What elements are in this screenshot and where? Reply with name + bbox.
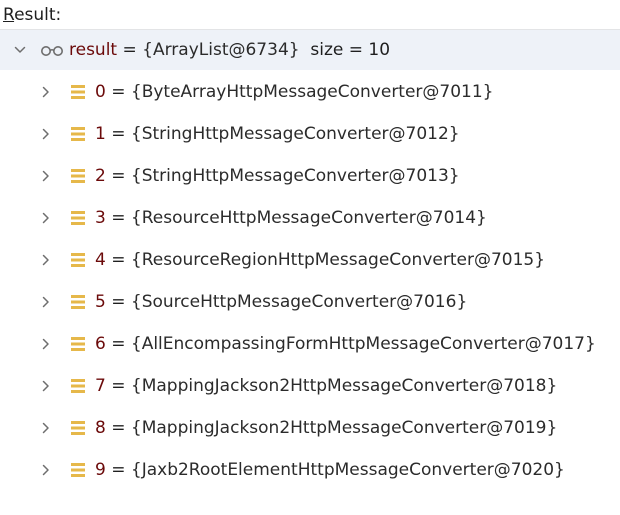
list-field-icon [70, 462, 86, 478]
equals-sign: = [122, 40, 137, 60]
item-value: {MappingJackson2HttpMessageConverter@701… [130, 418, 558, 438]
result-label: Result: [3, 3, 61, 27]
list-field-icon [70, 378, 86, 394]
list-field-icon [70, 252, 86, 268]
chevron-right-icon[interactable] [40, 86, 52, 98]
equals-sign: = [111, 376, 126, 396]
size-text: size = 10 [310, 40, 391, 60]
tree-item-text: 8 = {MappingJackson2HttpMessageConverter… [95, 407, 557, 449]
tree-item-row[interactable]: 7 = {MappingJackson2HttpMessageConverter… [0, 365, 620, 407]
chevron-right-icon[interactable] [40, 338, 52, 350]
tree-item-text: 6 = {AllEncompassingFormHttpMessageConve… [95, 323, 596, 365]
item-index: 5 [95, 292, 106, 312]
tree-item-row[interactable]: 4 = {ResourceRegionHttpMessageConverter@… [0, 239, 620, 281]
item-index: 3 [95, 208, 106, 228]
tree-item-text: 2 = {StringHttpMessageConverter@7013} [95, 155, 460, 197]
chevron-right-icon[interactable] [40, 254, 52, 266]
tree-item-text: 0 = {ByteArrayHttpMessageConverter@7011} [95, 71, 494, 113]
item-index: 7 [95, 376, 106, 396]
equals-sign: = [111, 166, 126, 186]
tree-item-row[interactable]: 2 = {StringHttpMessageConverter@7013} [0, 155, 620, 197]
list-field-icon [70, 294, 86, 310]
tree-item-text: 4 = {ResourceRegionHttpMessageConverter@… [95, 239, 545, 281]
equals-sign: = [111, 250, 126, 270]
tree-item-row[interactable]: 3 = {ResourceHttpMessageConverter@7014} [0, 197, 620, 239]
tree-item-row[interactable]: 1 = {StringHttpMessageConverter@7012} [0, 113, 620, 155]
item-value: {ResourceHttpMessageConverter@7014} [130, 208, 487, 228]
chevron-right-icon[interactable] [40, 380, 52, 392]
variable-name: result [69, 40, 118, 60]
equals-sign: = [111, 334, 126, 354]
tree-item-text: 5 = {SourceHttpMessageConverter@7016} [95, 281, 467, 323]
equals-sign: = [111, 292, 126, 312]
variable-value: {ArrayList@6734} [142, 40, 300, 60]
tree-root-text: result = {ArrayList@6734} size = 10 [69, 30, 390, 70]
list-field-icon [70, 420, 86, 436]
tree-item-row[interactable]: 6 = {AllEncompassingFormHttpMessageConve… [0, 323, 620, 365]
item-index: 9 [95, 460, 106, 480]
tree-item-text: 1 = {StringHttpMessageConverter@7012} [95, 113, 460, 155]
tree-root-row[interactable]: result = {ArrayList@6734} size = 10 [0, 30, 620, 70]
item-index: 0 [95, 82, 106, 102]
item-value: {ByteArrayHttpMessageConverter@7011} [130, 82, 494, 102]
chevron-right-icon[interactable] [40, 170, 52, 182]
list-field-icon [70, 168, 86, 184]
item-value: {StringHttpMessageConverter@7012} [130, 124, 460, 144]
tree-item-row[interactable]: 5 = {SourceHttpMessageConverter@7016} [0, 281, 620, 323]
result-label-text: esult: [14, 5, 62, 25]
tree-item-row[interactable]: 8 = {MappingJackson2HttpMessageConverter… [0, 407, 620, 449]
equals-sign: = [111, 418, 126, 438]
result-tree[interactable]: result = {ArrayList@6734} size = 10 0 = … [0, 29, 620, 515]
chevron-right-icon[interactable] [40, 296, 52, 308]
item-value: {SourceHttpMessageConverter@7016} [130, 292, 468, 312]
item-value: {MappingJackson2HttpMessageConverter@701… [130, 376, 558, 396]
equals-sign: = [111, 124, 126, 144]
list-field-icon [70, 210, 86, 226]
item-index: 8 [95, 418, 106, 438]
item-index: 6 [95, 334, 106, 354]
item-value: {Jaxb2RootElementHttpMessageConverter@70… [130, 460, 565, 480]
tree-item-text: 9 = {Jaxb2RootElementHttpMessageConverte… [95, 449, 565, 491]
equals-sign: = [111, 82, 126, 102]
chevron-down-icon[interactable] [14, 44, 26, 56]
tree-item-row[interactable]: 9 = {Jaxb2RootElementHttpMessageConverte… [0, 449, 620, 491]
item-value: {AllEncompassingFormHttpMessageConverter… [130, 334, 596, 354]
item-index: 2 [95, 166, 106, 186]
result-label-mnemonic: R [3, 5, 15, 25]
list-field-icon [70, 336, 86, 352]
item-value: {ResourceRegionHttpMessageConverter@7015… [130, 250, 546, 270]
tree-item-text: 3 = {ResourceHttpMessageConverter@7014} [95, 197, 487, 239]
chevron-right-icon[interactable] [40, 212, 52, 224]
item-index: 4 [95, 250, 106, 270]
tree-item-row[interactable]: 0 = {ByteArrayHttpMessageConverter@7011} [0, 71, 620, 113]
list-field-icon [70, 126, 86, 142]
tree-item-text: 7 = {MappingJackson2HttpMessageConverter… [95, 365, 557, 407]
equals-sign: = [111, 208, 126, 228]
chevron-right-icon[interactable] [40, 422, 52, 434]
chevron-right-icon[interactable] [40, 128, 52, 140]
item-value: {StringHttpMessageConverter@7013} [130, 166, 460, 186]
watch-glasses-icon [40, 42, 64, 58]
equals-sign: = [111, 460, 126, 480]
list-field-icon [70, 84, 86, 100]
item-index: 1 [95, 124, 106, 144]
chevron-right-icon[interactable] [40, 464, 52, 476]
